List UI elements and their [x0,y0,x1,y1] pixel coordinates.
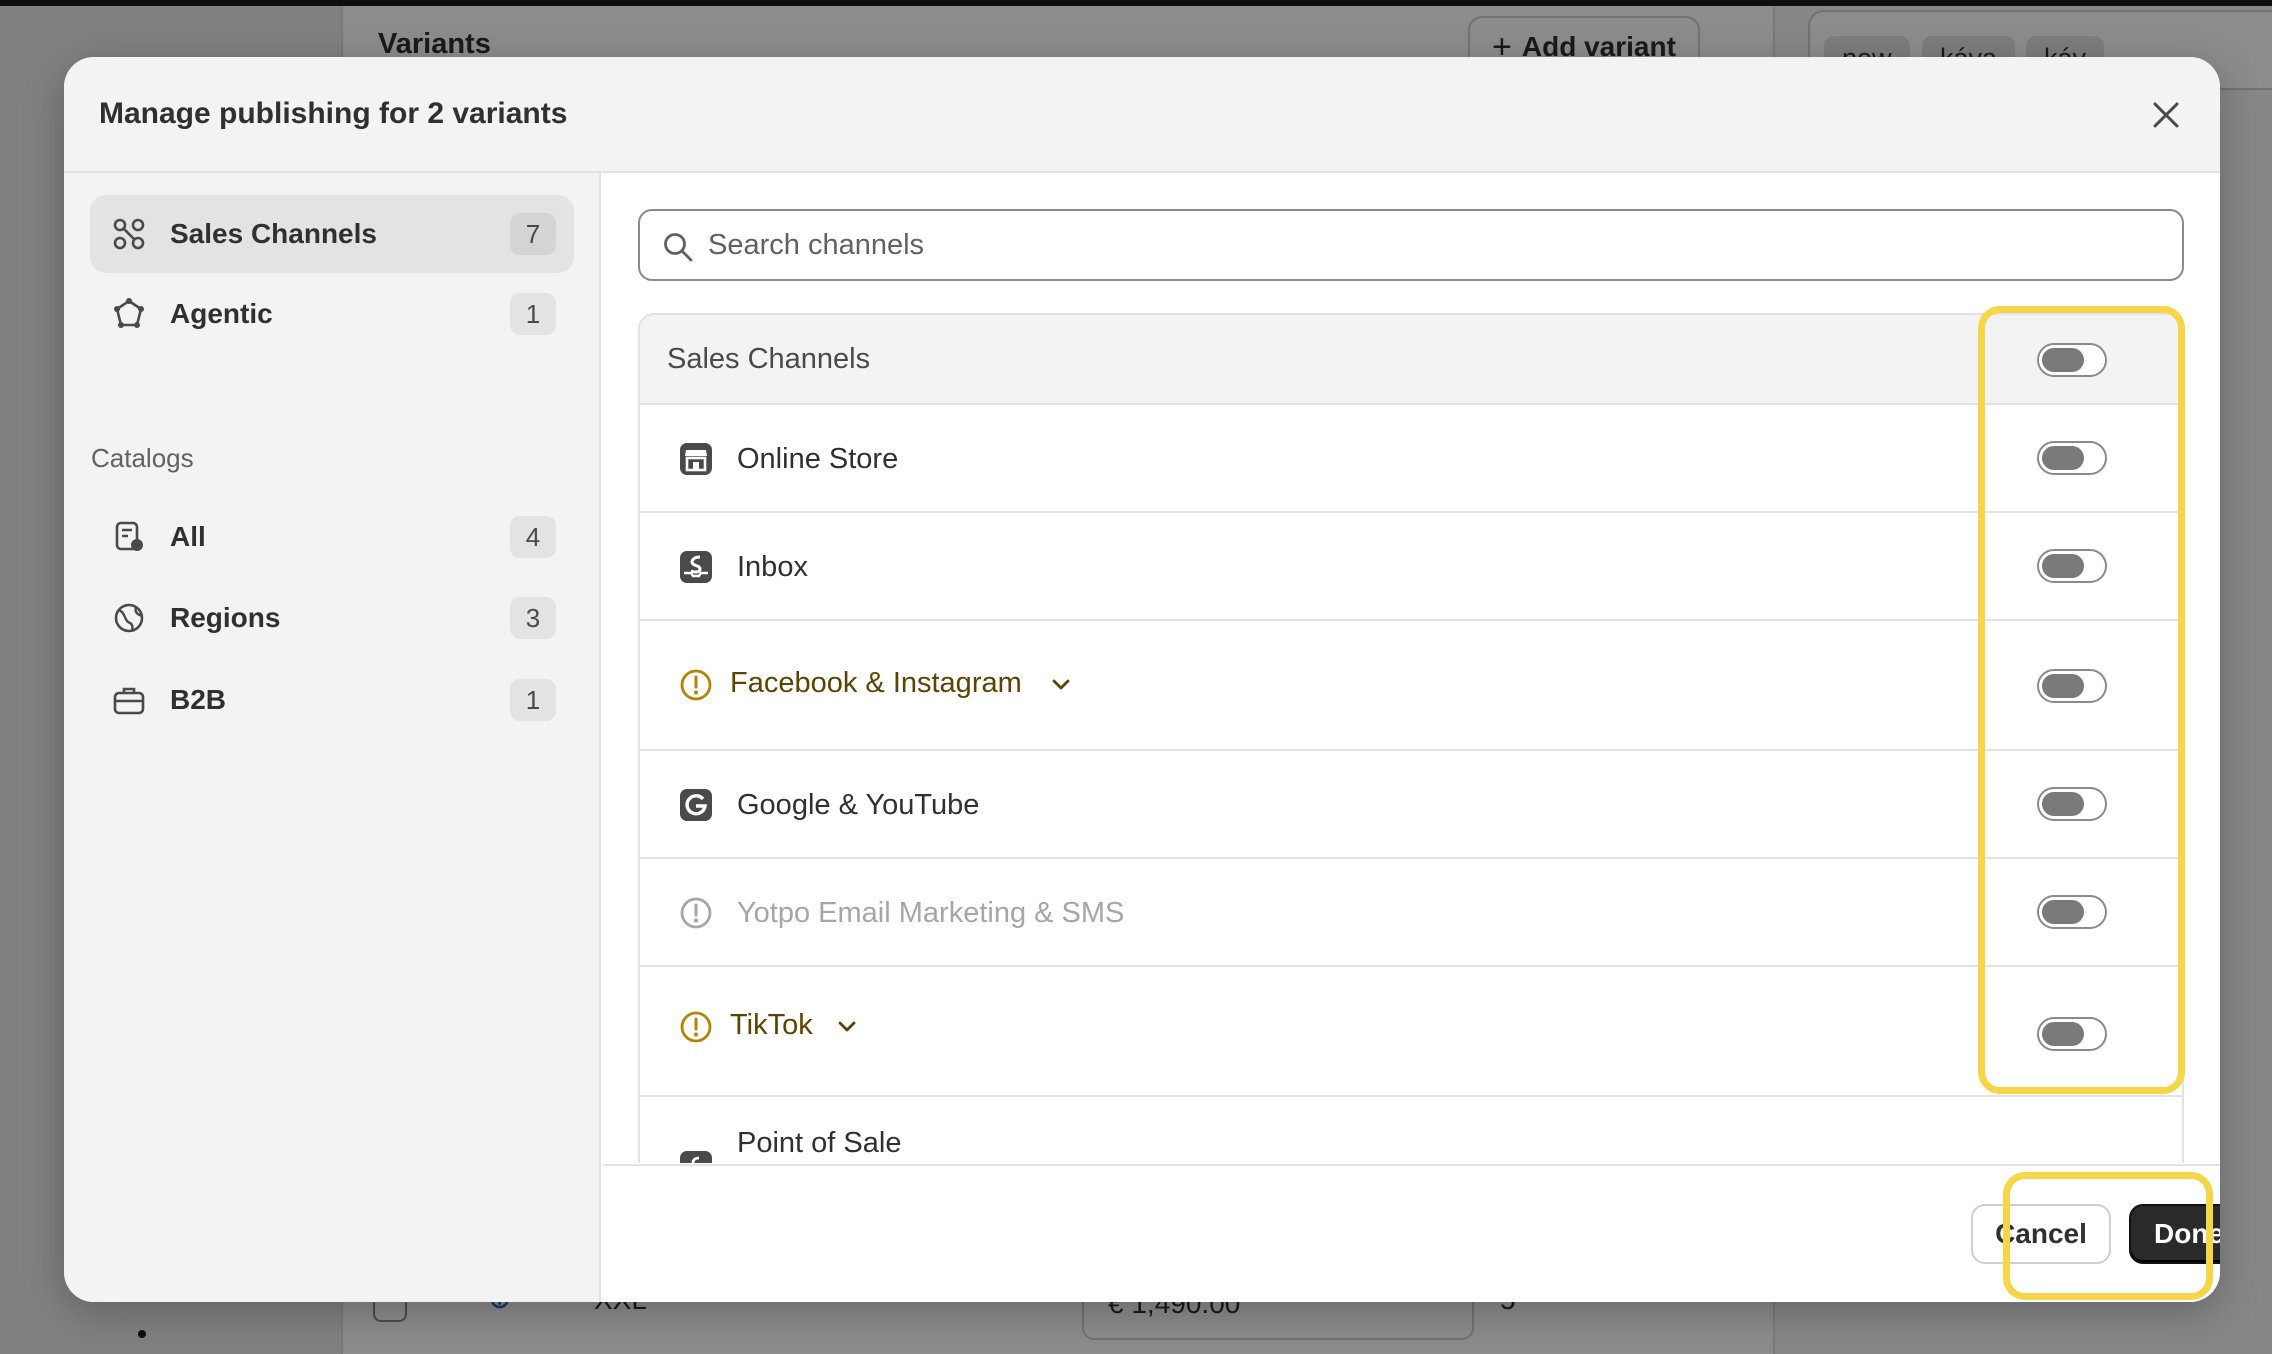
modal-content: Sales Channels Online Store Inbox [603,173,2220,1302]
google-icon [680,789,712,821]
channel-row-point-of-sale: Point of Sale [640,1097,2182,1163]
done-button[interactable]: Done [2129,1204,2220,1264]
publishing-modal: Manage publishing for 2 variants Sales C… [64,57,2220,1302]
channel-label: TikTok [730,1009,813,1041]
sidebar-item-b2b[interactable]: B2B 1 [90,661,574,739]
search-box[interactable] [638,209,2184,281]
modal-header: Manage publishing for 2 variants [64,57,2220,173]
channel-row-online-store: Online Store [640,405,2182,513]
toggle-tiktok[interactable] [2037,1017,2107,1051]
close-icon [2153,102,2179,128]
count-badge: 4 [510,516,556,558]
search-input[interactable] [708,211,2158,279]
sidebar-item-agentic[interactable]: Agentic 1 [90,275,574,353]
count-badge: 3 [510,597,556,639]
channel-row-inbox: Inbox [640,513,2182,621]
toggle-all-channels[interactable] [2037,343,2107,377]
agentic-icon [114,298,144,328]
store-icon [680,443,712,475]
sales-channels-icon [113,218,145,250]
inbox-icon [680,551,712,583]
warning-icon [680,669,712,701]
sidebar-item-regions[interactable]: Regions 3 [90,579,574,657]
sidebar-item-label: Regions [170,602,281,633]
channel-label: Google & YouTube [737,789,980,821]
modal-title: Manage publishing for 2 variants [99,97,568,130]
sidebar-item-all[interactable]: All 4 [90,498,574,576]
sidebar-item-label: All [170,521,206,552]
channel-label: Yotpo Email Marketing & SMS [737,897,1125,929]
count-badge: 7 [510,213,556,255]
toggle-online-store[interactable] [2037,441,2107,475]
chevron-down-icon[interactable] [836,1015,858,1037]
chevron-down-icon[interactable] [1050,673,1072,695]
sidebar-item-label: B2B [170,684,227,715]
toggle-inbox[interactable] [2037,549,2107,583]
globe-icon [114,603,144,633]
search-icon [664,233,693,262]
channel-row-yotpo: Yotpo Email Marketing & SMS [640,859,2182,967]
channel-label: Facebook & Instagram [730,667,1022,699]
count-badge: 1 [510,293,556,335]
modal-sidebar: Sales Channels 7 Agentic 1 Catalogs All … [64,173,601,1302]
toggle-google-youtube[interactable] [2037,787,2107,821]
warning-icon [680,1011,712,1043]
channel-row-google-youtube: Google & YouTube [640,751,2182,859]
catalog-icon [115,521,143,551]
warning-icon [680,897,712,929]
channel-row-tiktok[interactable]: TikTok [640,967,2182,1097]
catalogs-section-label: Catalogs [91,443,194,473]
sidebar-item-label: Agentic [170,298,273,329]
modal-footer: Cancel Done [603,1164,2220,1302]
cancel-button[interactable]: Cancel [1971,1204,2111,1264]
channels-list: Sales Channels Online Store Inbox Facebo… [638,313,2184,1163]
channels-header: Sales Channels [640,315,2182,405]
channel-label: Inbox [737,551,808,583]
pos-icon [680,1151,712,1163]
channels-header-label: Sales Channels [667,343,871,375]
sidebar-item-sales-channels[interactable]: Sales Channels 7 [90,195,574,273]
count-badge: 1 [510,679,556,721]
toggle-facebook-instagram[interactable] [2037,669,2107,703]
toggle-yotpo[interactable] [2037,895,2107,929]
channel-label: Point of Sale [737,1127,902,1159]
briefcase-icon [113,687,145,715]
channel-label: Online Store [737,443,899,475]
sidebar-item-label: Sales Channels [170,218,377,249]
channel-row-facebook-instagram[interactable]: Facebook & Instagram [640,621,2182,751]
close-button[interactable] [2142,91,2190,139]
